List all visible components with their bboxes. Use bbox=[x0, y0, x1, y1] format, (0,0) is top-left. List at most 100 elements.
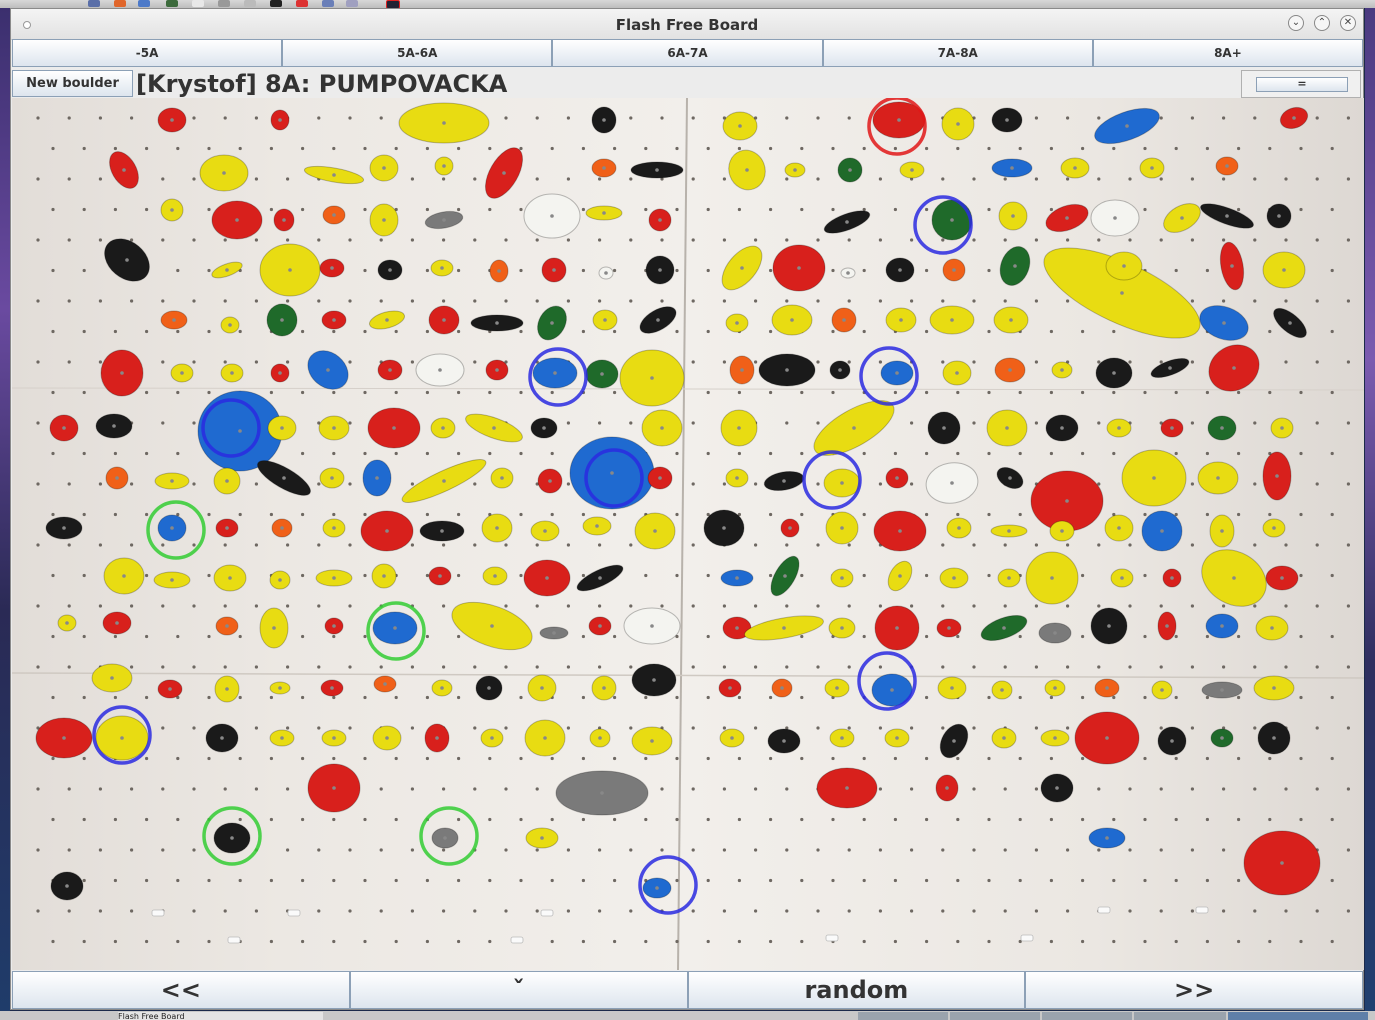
hold-bolt bbox=[952, 576, 956, 580]
hold-bolt bbox=[1112, 371, 1116, 375]
bolt-hole bbox=[317, 604, 321, 608]
grade-tab-5a-6a[interactable]: 5A-6A bbox=[282, 39, 553, 67]
bolt-hole bbox=[161, 177, 165, 181]
hold-bolt bbox=[1105, 836, 1109, 840]
taskbar-segment[interactable] bbox=[858, 1012, 948, 1020]
bolt-hole bbox=[161, 360, 165, 364]
bolt-hole bbox=[816, 482, 820, 486]
foot-chip bbox=[227, 936, 241, 944]
taskbar-window-item[interactable]: Flash Free Board bbox=[118, 1012, 323, 1020]
bolt-hole bbox=[488, 207, 492, 212]
bolt-hole bbox=[893, 878, 898, 883]
bolt-hole bbox=[769, 573, 773, 578]
bolt-hole bbox=[925, 939, 929, 944]
bolt-hole bbox=[67, 482, 71, 486]
grade-tab-7a-8a[interactable]: 7A-8A bbox=[822, 39, 1093, 67]
minimize-button[interactable]: ⌄ bbox=[1288, 15, 1304, 31]
bolt-hole bbox=[816, 909, 820, 913]
bolt-hole bbox=[1143, 817, 1147, 822]
wall-canvas[interactable] bbox=[12, 98, 1364, 970]
grade-tab-under-5a[interactable]: -5A bbox=[12, 39, 283, 67]
menu-button[interactable]: = bbox=[1256, 77, 1348, 92]
taskbar-segment[interactable] bbox=[1134, 1012, 1226, 1020]
tray-icon[interactable] bbox=[88, 0, 100, 7]
next-boulder-button[interactable]: >> bbox=[1025, 971, 1363, 1009]
taskbar-segment[interactable] bbox=[1228, 1012, 1368, 1020]
bolt-hole bbox=[910, 909, 914, 913]
close-button[interactable]: ✕ bbox=[1340, 15, 1356, 31]
hold-bolt bbox=[168, 687, 172, 691]
tray-icon[interactable] bbox=[166, 0, 178, 7]
bolt-hole bbox=[161, 421, 165, 425]
tray-icon[interactable] bbox=[322, 0, 334, 7]
bolt-hole bbox=[1315, 238, 1319, 242]
grade-tab-6a-7a[interactable]: 6A-7A bbox=[552, 39, 823, 67]
bolt-hole bbox=[254, 177, 258, 181]
bolt-hole bbox=[113, 329, 117, 334]
bolt-hole bbox=[972, 177, 976, 181]
hold-bolt bbox=[785, 368, 789, 372]
hold-bolt bbox=[895, 626, 899, 630]
tray-icon[interactable] bbox=[192, 0, 204, 7]
tray-icon[interactable] bbox=[138, 0, 150, 7]
bolt-hole bbox=[941, 238, 945, 242]
tray-icon[interactable] bbox=[218, 0, 230, 7]
bolt-hole bbox=[987, 695, 991, 700]
hold-bolt bbox=[1180, 216, 1184, 220]
grade-tab-8a-plus[interactable]: 8A+ bbox=[1092, 39, 1364, 67]
tray-icon[interactable] bbox=[244, 0, 256, 7]
bolt-hole bbox=[82, 817, 86, 822]
bolt-hole bbox=[691, 787, 695, 791]
bolt-hole bbox=[113, 939, 117, 944]
bolt-hole bbox=[893, 207, 898, 212]
hold-bolt bbox=[393, 626, 397, 630]
hold-bolt bbox=[947, 626, 951, 630]
bolt-hole bbox=[1174, 878, 1178, 883]
bolt-hole bbox=[613, 695, 617, 700]
hold-bolt bbox=[1170, 426, 1174, 430]
bolt-hole bbox=[847, 360, 851, 364]
bolt-hole bbox=[1299, 634, 1303, 639]
bolt-hole bbox=[737, 939, 742, 944]
bolt-hole bbox=[613, 146, 617, 151]
bolt-hole bbox=[1174, 939, 1178, 944]
bolt-hole bbox=[519, 329, 523, 334]
bolt-hole bbox=[223, 787, 227, 791]
random-boulder-button[interactable]: random bbox=[687, 971, 1026, 1009]
hold-bolt bbox=[898, 574, 902, 578]
bolt-hole bbox=[1268, 329, 1272, 334]
taskbar-segment[interactable] bbox=[1042, 1012, 1132, 1020]
bolt-hole bbox=[363, 146, 367, 151]
taskbar-segment[interactable] bbox=[950, 1012, 1040, 1020]
bolt-hole bbox=[145, 878, 149, 883]
hold-bolt bbox=[1220, 426, 1224, 430]
hold-bolt bbox=[1277, 214, 1281, 218]
maximize-button[interactable]: ⌃ bbox=[1314, 15, 1330, 31]
hold-bolt bbox=[442, 218, 446, 222]
tray-icon[interactable] bbox=[296, 0, 308, 7]
title-bar[interactable]: Flash Free Board ⌄ ⌃ ✕ bbox=[11, 9, 1363, 40]
boulder-list-dropdown[interactable]: ˇ bbox=[349, 971, 688, 1009]
hold-bolt bbox=[658, 476, 662, 480]
climbing-wall-image[interactable] bbox=[12, 98, 1364, 970]
bolt-hole bbox=[301, 146, 305, 151]
bolt-hole bbox=[598, 604, 602, 608]
bolt-hole bbox=[269, 756, 273, 761]
new-boulder-button[interactable]: New boulder bbox=[12, 70, 133, 97]
tray-icon[interactable] bbox=[346, 0, 358, 7]
bolt-hole bbox=[1253, 238, 1257, 242]
bolt-hole bbox=[722, 177, 727, 181]
bolt-hole bbox=[379, 238, 383, 242]
tray-icon[interactable] bbox=[114, 0, 126, 7]
bolt-hole bbox=[1159, 238, 1163, 242]
bolt-hole bbox=[363, 939, 367, 944]
tray-icon[interactable] bbox=[270, 0, 282, 7]
bolt-hole bbox=[36, 116, 40, 120]
bolt-hole bbox=[317, 848, 321, 852]
hold-bolt bbox=[1122, 264, 1126, 268]
bolt-hole bbox=[1268, 756, 1272, 761]
bolt-hole bbox=[192, 482, 196, 486]
bolt-hole bbox=[254, 238, 258, 242]
previous-boulder-button[interactable]: << bbox=[12, 971, 350, 1009]
bolt-hole bbox=[238, 695, 242, 700]
